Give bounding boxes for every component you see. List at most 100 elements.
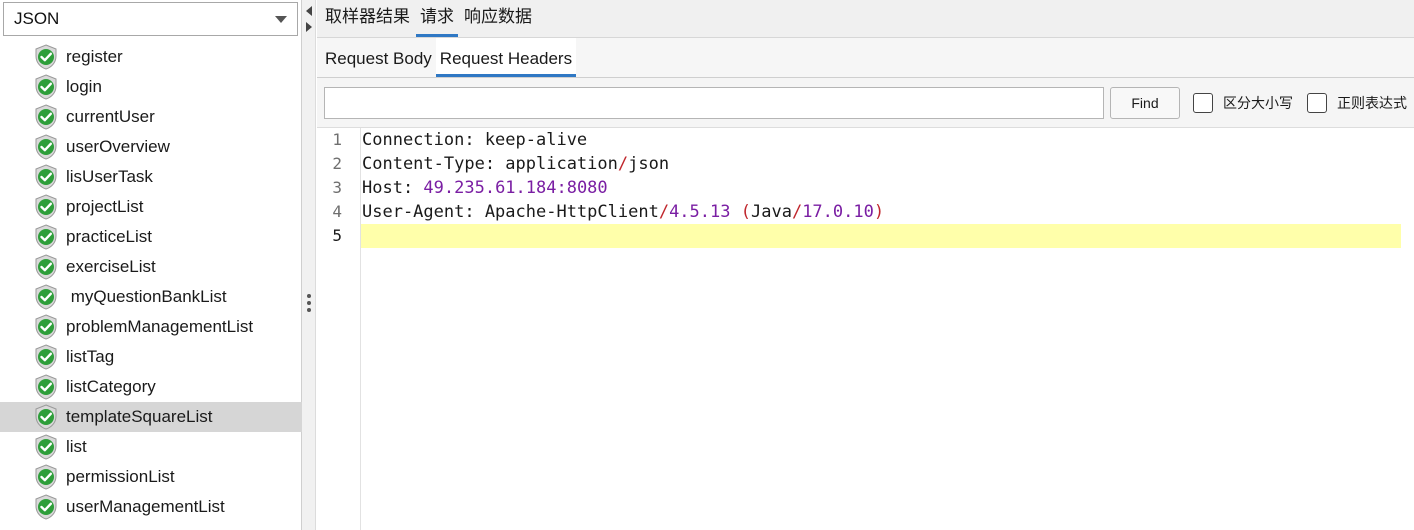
tree-item-label: list: [66, 437, 87, 456]
checkbox-box[interactable]: [1193, 93, 1213, 113]
tree-item-label: userOverview: [66, 137, 170, 156]
line-number: 5: [332, 226, 342, 245]
tree-item-label: projectList: [66, 197, 144, 216]
tree-item[interactable]: list: [0, 432, 302, 462]
tree-item[interactable]: userOverview: [0, 132, 302, 162]
code-token: /: [617, 154, 629, 174]
request-sub-tabs: Request Body Request Headers: [317, 38, 1414, 78]
tree-item[interactable]: lisUserTask: [0, 162, 302, 192]
detail-panel: 取样器结果 请求 响应数据 Request Body Request Headers …: [317, 0, 1414, 530]
success-shield-icon: [35, 134, 57, 160]
search-input[interactable]: [324, 87, 1104, 119]
success-shield-icon: [35, 194, 57, 220]
tree-item[interactable]: templateSquareList: [0, 402, 302, 432]
code-token: ): [873, 202, 885, 222]
case-sensitive-label: 区分大小写: [1223, 95, 1293, 111]
tree-item[interactable]: projectList: [0, 192, 302, 222]
tree-item[interactable]: myQuestionBankList: [0, 282, 302, 312]
main-tab[interactable]: 取样器结果: [321, 0, 414, 37]
tree-item-label: listTag: [66, 347, 115, 366]
collapse-left-icon[interactable]: [306, 6, 312, 16]
success-shield-icon: [35, 224, 57, 250]
success-shield-icon: [35, 104, 57, 130]
code-line[interactable]: [361, 224, 1401, 248]
tree-item[interactable]: listCategory: [0, 372, 302, 402]
code-token: 17.0.10: [802, 202, 874, 222]
tree-item[interactable]: listTag: [0, 342, 302, 372]
tree-item-label: lisUserTask: [66, 167, 153, 186]
tree-item-label: login: [66, 77, 102, 96]
success-shield-icon: [35, 164, 57, 190]
regex-label: 正则表达式: [1337, 95, 1407, 111]
line-number: 2: [332, 154, 342, 173]
tree-item-label: exerciseList: [66, 257, 156, 276]
code-token: (: [740, 202, 751, 222]
chevron-down-icon: [275, 16, 287, 23]
panel-splitter[interactable]: [302, 0, 316, 530]
code-line[interactable]: Host: 49.235.61.184:8080: [361, 176, 1401, 200]
tree-item[interactable]: userManagementList: [0, 492, 302, 522]
success-shield-icon: [35, 494, 57, 520]
code-token: /: [658, 202, 670, 222]
find-button[interactable]: Find: [1110, 87, 1180, 119]
success-shield-icon: [35, 284, 57, 310]
tree-item[interactable]: exerciseList: [0, 252, 302, 282]
code-line[interactable]: User-Agent: Apache-HttpClient/4.5.13 (Ja…: [361, 200, 1401, 224]
code-token: Content-Type: application: [362, 154, 618, 174]
line-number-gutter: 1 2 3 4 5: [317, 128, 361, 530]
case-sensitive-checkbox[interactable]: 区分大小写: [1193, 91, 1293, 115]
success-shield-icon: [35, 74, 57, 100]
main-tab[interactable]: 请求: [416, 0, 458, 37]
renderer-select[interactable]: JSON: [3, 2, 298, 36]
success-shield-icon: [35, 314, 57, 340]
tree-item[interactable]: login: [0, 72, 302, 102]
code-line[interactable]: Connection: keep-alive: [361, 128, 1401, 152]
code-token: json: [628, 154, 670, 174]
headers-code-editor[interactable]: 12345 Connection: keep-alive Content-Type…: [317, 128, 1414, 530]
code-token: 49.235.61.184:8080: [423, 178, 608, 198]
success-shield-icon: [35, 254, 57, 280]
success-shield-icon: [35, 344, 57, 370]
code-token: Java: [750, 202, 792, 222]
tree-item-label: currentUser: [66, 107, 155, 126]
tree-item-label: userManagementList: [66, 497, 225, 516]
code-token: User-Agent: Apache-HttpClient: [362, 202, 659, 222]
tree-item[interactable]: currentUser: [0, 102, 302, 132]
code-token: 4.5.13: [669, 202, 731, 222]
sub-tab[interactable]: Request Headers: [435, 38, 577, 77]
tree-item[interactable]: permissionList: [0, 462, 302, 492]
code-line[interactable]: Content-Type: application/json: [361, 152, 1401, 176]
sub-tab[interactable]: Request Body: [321, 38, 436, 77]
search-bar: Find 区分大小写 正则表达式: [317, 78, 1414, 128]
main-tabs: 取样器结果 请求 响应数据: [317, 0, 1414, 38]
tree-item-label: practiceList: [66, 227, 152, 246]
main-tab[interactable]: 响应数据: [460, 0, 536, 37]
code-token: Connection: keep-alive: [362, 130, 588, 150]
collapse-right-icon[interactable]: [306, 22, 312, 32]
line-number: 4: [332, 202, 342, 221]
result-tree-panel: JSON register login currentUser userOvervie…: [0, 0, 302, 530]
tree-item[interactable]: register: [0, 42, 302, 72]
success-shield-icon: [35, 374, 57, 400]
checkbox-box[interactable]: [1307, 93, 1327, 113]
tree-item[interactable]: problemManagementList: [0, 312, 302, 342]
code-token: Host:: [362, 178, 424, 198]
tree-item-label: problemManagementList: [66, 317, 254, 336]
sampler-tree-list: register login currentUser userOverview lisU…: [0, 42, 302, 522]
success-shield-icon: [35, 44, 57, 70]
tree-item[interactable]: practiceList: [0, 222, 302, 252]
success-shield-icon: [35, 434, 57, 460]
line-number: 1: [332, 130, 342, 149]
code-token: /: [791, 202, 803, 222]
drag-handle-icon[interactable]: [307, 294, 311, 315]
tree-item-label: listCategory: [66, 377, 156, 396]
renderer-select-value: JSON: [14, 9, 60, 28]
tree-item-label: register: [66, 47, 123, 66]
line-number: 3: [332, 178, 342, 197]
code-lines[interactable]: Connection: keep-alive Content-Type: appl…: [361, 128, 1401, 248]
regex-checkbox[interactable]: 正则表达式: [1307, 91, 1407, 115]
success-shield-icon: [35, 404, 57, 430]
tree-item-label: templateSquareList: [66, 407, 213, 426]
success-shield-icon: [35, 464, 57, 490]
